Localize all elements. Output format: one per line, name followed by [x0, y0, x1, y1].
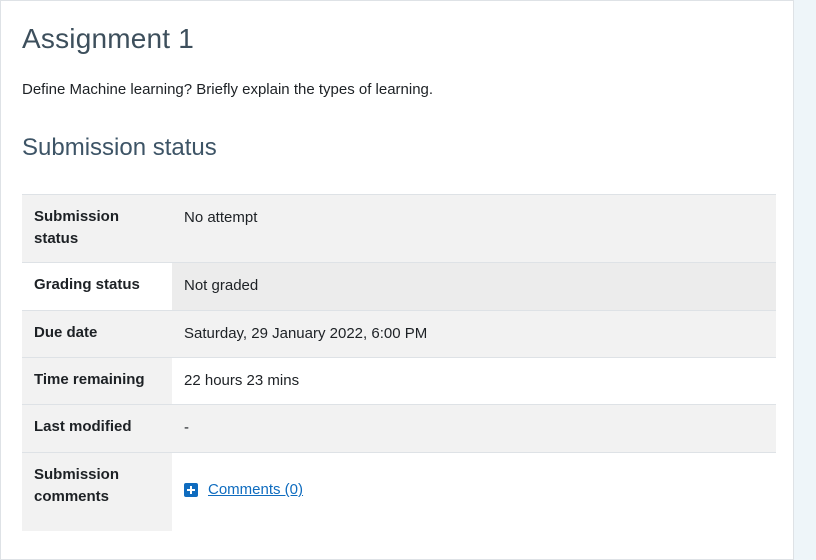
label-time-remaining: Time remaining	[22, 357, 172, 405]
row-submission-status: Submission status No attempt	[22, 194, 776, 263]
row-submission-comments: Submission comments Comments (0)	[22, 452, 776, 531]
plus-square-icon	[184, 483, 198, 498]
row-due-date: Due date Saturday, 29 January 2022, 6:00…	[22, 310, 776, 358]
section-title-submission-status: Submission status	[22, 134, 217, 161]
value-last-modified: -	[172, 404, 776, 453]
row-time-remaining: Time remaining 22 hours 23 mins	[22, 357, 776, 405]
comments-link-label: Comments (0)	[208, 481, 304, 499]
page-title: Assignment 1	[22, 23, 195, 54]
label-submission-comments: Submission comments	[22, 452, 172, 531]
assignment-description: Define Machine learning? Briefly explain…	[22, 81, 434, 98]
label-grading-status: Grading status	[22, 262, 172, 311]
submission-status-table: Submission status No attempt Grading sta…	[22, 194, 776, 531]
label-last-modified: Last modified	[22, 404, 172, 453]
row-grading-status: Grading status Not graded	[22, 262, 776, 311]
assignment-card: Assignment 1 Define Machine learning? Br…	[0, 0, 794, 560]
value-due-date: Saturday, 29 January 2022, 6:00 PM	[172, 310, 776, 358]
value-submission-status: No attempt	[172, 194, 776, 263]
label-submission-status: Submission status	[22, 194, 172, 263]
comments-toggle-link[interactable]: Comments (0)	[184, 479, 303, 501]
value-time-remaining: 22 hours 23 mins	[184, 372, 300, 389]
value-submission-comments: Comments (0)	[172, 453, 776, 531]
value-grading-status: Not graded	[172, 262, 776, 311]
row-last-modified: Last modified -	[22, 404, 776, 453]
label-due-date: Due date	[22, 310, 172, 358]
